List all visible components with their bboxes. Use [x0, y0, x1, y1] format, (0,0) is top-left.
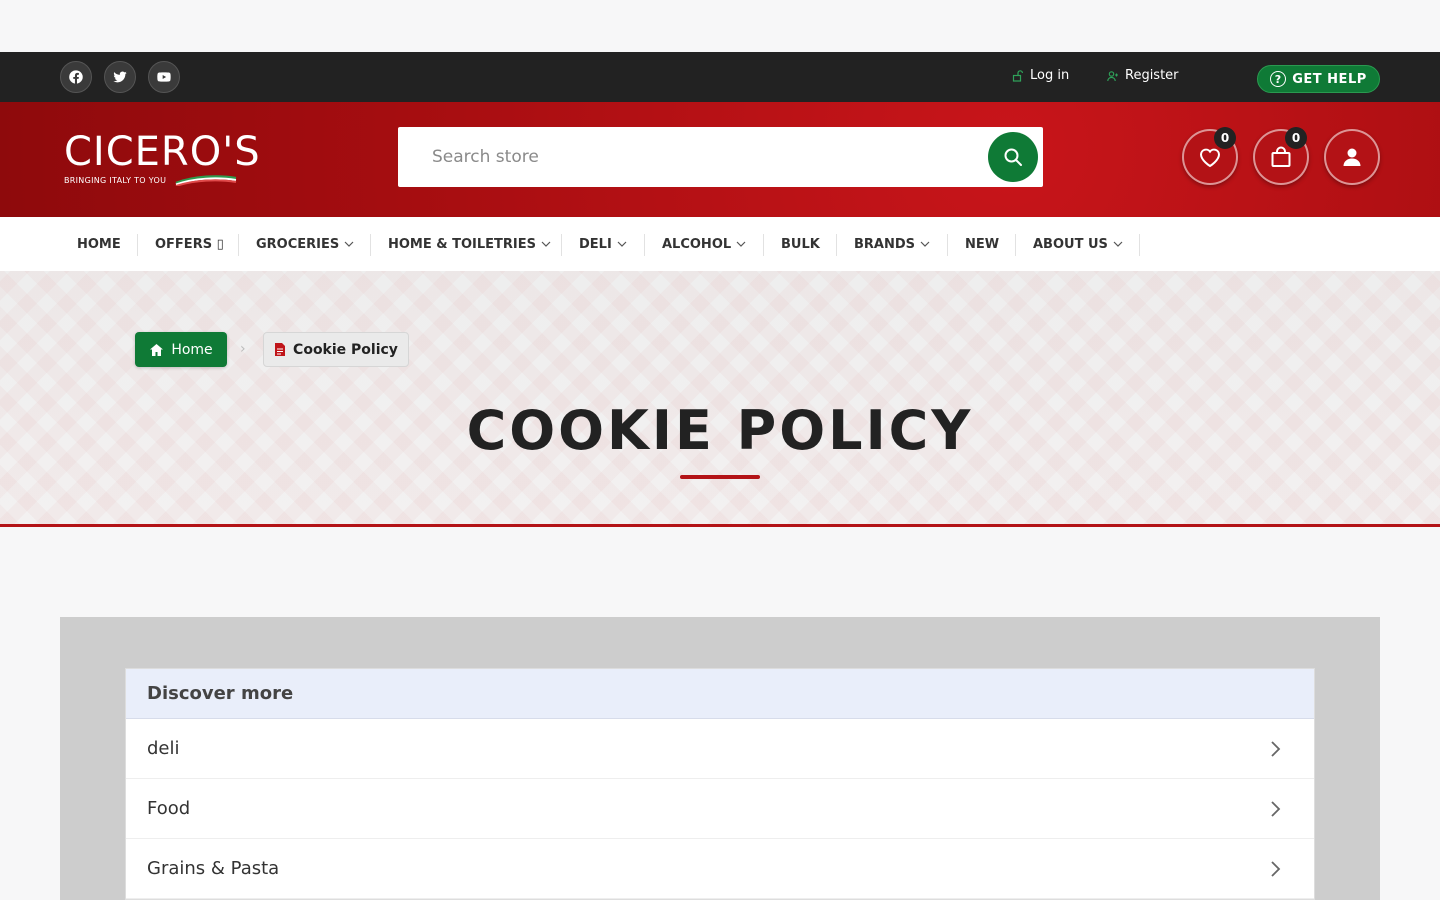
discover-item-label: Food — [147, 798, 191, 819]
twitter-icon[interactable] — [104, 61, 136, 93]
login-label: Log in — [1030, 68, 1070, 83]
discover-more-heading: Discover more — [126, 669, 1314, 719]
nav-deli-label: DELI — [579, 236, 612, 252]
chevron-down-icon — [920, 241, 930, 247]
document-icon — [275, 343, 286, 356]
discover-item-label: Grains & Pasta — [147, 858, 280, 879]
cart-button[interactable]: 0 — [1253, 127, 1309, 185]
discover-item-label: deli — [147, 738, 180, 759]
nav-groceries-label: GROCERIES — [256, 236, 340, 252]
nav-item-home-toiletries[interactable]: HOME & TOILETRIES — [388, 217, 551, 271]
nav-separator — [238, 234, 239, 256]
register-link[interactable]: Register — [1107, 68, 1179, 83]
title-underline — [680, 475, 760, 479]
logo-text: CICERO'S — [64, 129, 261, 175]
home-icon — [150, 343, 164, 356]
lock-icon — [1012, 69, 1023, 82]
page-title: COOKIE POLICY — [466, 399, 974, 462]
get-help-label: GET HELP — [1292, 71, 1367, 87]
nav-new-label: NEW — [965, 236, 1000, 252]
discover-item-deli[interactable]: deli — [126, 719, 1314, 779]
shopping-bag-icon — [1271, 146, 1291, 167]
search-icon — [1004, 148, 1022, 166]
nav-separator — [1015, 234, 1016, 256]
chevron-right-icon — [1271, 741, 1281, 757]
facebook-icon[interactable] — [60, 61, 92, 93]
search-input[interactable] — [432, 147, 952, 167]
youtube-icon[interactable] — [148, 61, 180, 93]
help-icon: ? — [1270, 71, 1287, 87]
main-nav: HOME OFFERS ▯ GROCERIES HOME & TOILETRIE… — [0, 217, 1440, 271]
nav-item-brands[interactable]: BRANDS — [854, 217, 930, 271]
nav-item-bulk[interactable]: BULK — [781, 217, 820, 271]
chevron-right-icon — [1271, 861, 1281, 877]
wishlist-count-badge: 0 — [1214, 127, 1236, 149]
nav-brands-label: BRANDS — [854, 236, 916, 252]
chevron-down-icon — [1113, 241, 1123, 247]
chevron-down-icon — [736, 241, 746, 247]
heart-icon — [1199, 148, 1221, 168]
nav-alcohol-label: ALCOHOL — [662, 236, 732, 252]
discover-item-food[interactable]: Food — [126, 779, 1314, 839]
user-plus-icon — [1107, 70, 1118, 81]
page-hero: Home › Cookie Policy COOKIE POLICY — [0, 271, 1440, 527]
search-bar — [398, 127, 1043, 187]
top-strip — [0, 0, 1440, 52]
discover-item-grains-pasta[interactable]: Grains & Pasta — [126, 839, 1314, 899]
breadcrumb-current-label: Cookie Policy — [293, 341, 398, 358]
chevron-right-icon — [1271, 801, 1281, 817]
register-label: Register — [1125, 68, 1179, 83]
nav-item-about-us[interactable]: ABOUT US — [1033, 217, 1123, 271]
nav-separator — [947, 234, 948, 256]
site-header: CICERO'S BRINGING ITALY TO YOU 0 0 — [0, 102, 1440, 217]
nav-bulk-label: BULK — [781, 236, 820, 252]
nav-separator — [561, 234, 562, 256]
logo-tagline: BRINGING ITALY TO YOU — [64, 176, 167, 185]
search-button[interactable] — [988, 132, 1038, 182]
nav-item-deli[interactable]: DELI — [579, 217, 627, 271]
nav-item-alcohol[interactable]: ALCOHOL — [662, 217, 746, 271]
discover-more-panel: Discover more deli Food Grains & Pasta — [125, 668, 1315, 900]
nav-offers-label: OFFERS ▯ — [155, 236, 224, 252]
nav-separator — [1139, 234, 1140, 256]
nav-item-new[interactable]: NEW — [965, 217, 999, 271]
nav-separator — [370, 234, 371, 256]
nav-item-groceries[interactable]: GROCERIES — [256, 217, 354, 271]
nav-separator — [763, 234, 764, 256]
chevron-down-icon — [541, 241, 551, 247]
chevron-down-icon — [344, 241, 354, 247]
nav-about-us-label: ABOUT US — [1033, 236, 1108, 252]
breadcrumb-home[interactable]: Home — [135, 332, 227, 367]
site-logo[interactable]: CICERO'S BRINGING ITALY TO YOU — [64, 130, 274, 190]
login-link[interactable]: Log in — [1012, 68, 1069, 83]
top-bar: Log in Register ? GET HELP — [0, 52, 1440, 102]
cart-count-badge: 0 — [1285, 127, 1307, 149]
nav-home-label: HOME — [77, 236, 121, 252]
account-button[interactable] — [1324, 129, 1380, 185]
nav-separator — [836, 234, 837, 256]
nav-item-offers[interactable]: OFFERS ▯ — [155, 217, 224, 271]
breadcrumb-current: Cookie Policy — [263, 332, 409, 367]
chevron-down-icon — [617, 241, 627, 247]
breadcrumb-home-label: Home — [171, 341, 213, 358]
nav-separator — [137, 234, 138, 256]
wishlist-button[interactable]: 0 — [1182, 127, 1238, 185]
nav-item-home[interactable]: HOME — [77, 217, 121, 271]
nav-separator — [644, 234, 645, 256]
user-icon — [1343, 148, 1361, 166]
logo-swoosh-icon — [175, 175, 237, 186]
get-help-button[interactable]: ? GET HELP — [1257, 65, 1380, 93]
breadcrumb-separator-icon: › — [240, 341, 246, 357]
nav-home-toiletries-label: HOME & TOILETRIES — [388, 236, 537, 252]
